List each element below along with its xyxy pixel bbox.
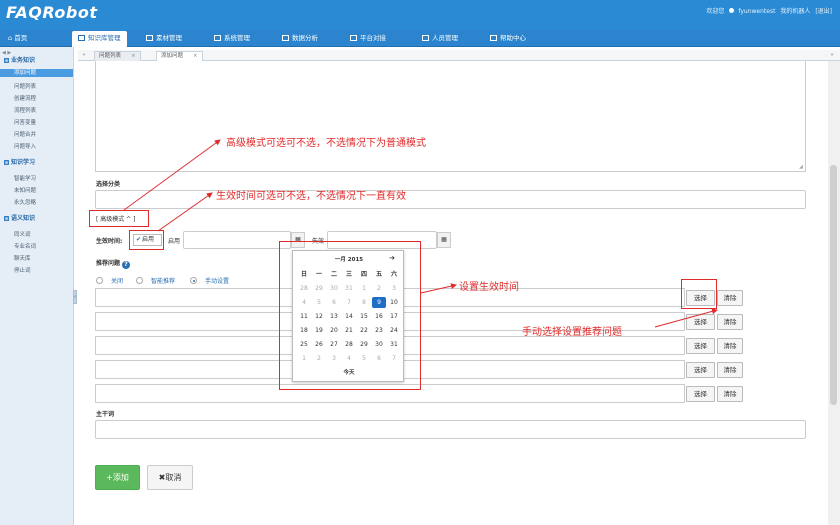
effective-time-label: 生效时间: xyxy=(96,238,123,245)
annotation-advanced-mode: 高级模式可选可不选，不选情况下为普通模式 xyxy=(226,138,426,149)
sidebar-item-merge[interactable]: 问题合并 xyxy=(14,130,36,138)
advanced-mode-highlight xyxy=(89,210,149,227)
sidebar-group-business[interactable]: 业务知识 xyxy=(4,55,35,64)
clear-button-3[interactable]: 清除 xyxy=(717,338,743,354)
annotation-manual-select: 手动选择设置推荐问题 xyxy=(522,327,622,338)
tab-question-list[interactable]: 问题列表 × xyxy=(94,51,141,61)
add-button[interactable]: +添加 xyxy=(95,465,140,490)
start-label: 启用 xyxy=(168,238,181,245)
analytics-icon xyxy=(282,35,289,41)
nav-material[interactable]: 素材管理 xyxy=(140,30,188,47)
sidebar-item-terms[interactable]: 专业名词 xyxy=(14,242,36,250)
clear-button-4[interactable]: 清除 xyxy=(717,362,743,378)
clear-button-1[interactable]: 清除 xyxy=(717,290,743,306)
user-icon xyxy=(729,8,735,13)
calendar-icon: ▦ xyxy=(441,236,447,243)
cancel-button[interactable]: ✖取消 xyxy=(147,465,193,490)
sidebar-item-flow-list[interactable]: 流程列表 xyxy=(14,106,36,114)
nav-personnel[interactable]: 人员管理 xyxy=(416,30,464,47)
end-calendar-button[interactable]: ▦ xyxy=(437,232,451,248)
select-button-3[interactable]: 选择 xyxy=(686,338,715,354)
nav-home[interactable]: ⌂ 首页 xyxy=(2,30,33,47)
clear-button-5[interactable]: 清除 xyxy=(717,386,743,402)
enable-highlight xyxy=(129,230,164,250)
sidebar-group-learning[interactable]: 知识学习 xyxy=(4,157,35,166)
keyword-input[interactable] xyxy=(95,420,806,439)
nav-platform[interactable]: 平台对接 xyxy=(344,30,392,47)
sidebar-item-create-flow[interactable]: 创建流程 xyxy=(14,94,36,102)
radio-icon xyxy=(136,277,143,284)
tabs-prev-icon[interactable]: « xyxy=(80,51,88,60)
recommend-label: 推荐问题? xyxy=(96,258,131,269)
nav-knowledge[interactable]: 知识库管理 xyxy=(72,31,127,47)
faqrobot-logo[interactable]: FAQRobot xyxy=(6,3,97,22)
sidebar-item-chat-library[interactable]: 聊天库 xyxy=(14,254,31,262)
calendar-highlight xyxy=(279,241,421,390)
annotation-effective-time: 生效时间可选可不选，不选情况下一直有效 xyxy=(216,191,406,202)
personnel-icon xyxy=(422,35,429,41)
category-label: 选择分类 xyxy=(96,181,121,188)
radio-manual[interactable]: 手动设置 xyxy=(190,276,229,285)
sidebar-collapse-handle[interactable]: ‹ xyxy=(73,290,77,304)
help-center-icon xyxy=(490,35,497,41)
clear-button-2[interactable]: 清除 xyxy=(717,314,743,330)
nav-analytics[interactable]: 数据分析 xyxy=(276,30,324,47)
resize-grip-icon[interactable]: ◢ xyxy=(799,165,804,170)
sidebar-group-semantic[interactable]: 语义知识 xyxy=(4,213,35,222)
select-button-2[interactable]: 选择 xyxy=(686,314,715,330)
radio-off[interactable]: 关闭 xyxy=(96,276,123,285)
radio-smart[interactable]: 智能推荐 xyxy=(136,276,175,285)
sidebar-item-synonyms[interactable]: 同义词 xyxy=(14,230,31,238)
select-button-5[interactable]: 选择 xyxy=(686,386,715,402)
start-date-input[interactable] xyxy=(183,231,291,249)
platform-icon xyxy=(350,35,357,41)
sidebar-item-stopwords[interactable]: 停止词 xyxy=(14,266,31,274)
material-icon xyxy=(146,35,153,41)
knowledge-icon xyxy=(78,35,85,41)
radio-icon xyxy=(96,277,103,284)
welcome-text: 欢迎您 xyxy=(706,8,725,15)
help-icon[interactable]: ? xyxy=(122,261,131,269)
system-icon xyxy=(214,35,221,41)
tabs-next-icon[interactable]: » xyxy=(828,51,836,60)
answer-editor[interactable]: ◢ xyxy=(95,61,806,172)
sidebar-item-import[interactable]: 问题导入 xyxy=(14,142,36,150)
sidebar: ◀ ▶ 业务知识 添加问题 问题列表 创建流程 流程列表 问答变量 问题合并 问… xyxy=(0,47,74,525)
sidebar-item-ignored[interactable]: 永久忽略 xyxy=(14,198,36,206)
nav-system[interactable]: 系统管理 xyxy=(208,30,256,47)
category-input[interactable] xyxy=(95,190,806,209)
sidebar-item-unknown[interactable]: 未知问题 xyxy=(14,186,36,194)
sidebar-item-smart-learning[interactable]: 智能学习 xyxy=(14,174,36,182)
scrollbar-thumb[interactable] xyxy=(830,165,837,405)
sidebar-item-question-list[interactable]: 问题列表 xyxy=(14,82,36,90)
radio-selected-icon xyxy=(190,277,197,284)
close-icon[interactable]: × xyxy=(193,53,198,59)
tab-add-question[interactable]: 添加问题 × xyxy=(156,51,203,61)
nav-help[interactable]: 帮助中心 xyxy=(484,30,532,47)
select-button-highlight xyxy=(681,279,717,309)
logout-link[interactable]: [退出] xyxy=(815,8,832,15)
sidebar-item-add-question[interactable]: 添加问题 xyxy=(0,69,73,77)
main-nav: ⌂ 首页 知识库管理 素材管理 系统管理 数据分析 平台对接 人员管理 帮助中心 xyxy=(0,30,840,47)
my-robot-link[interactable]: 我的机器人 xyxy=(780,8,810,15)
top-header: FAQRobot 欢迎您 fyunwentest 我的机器人 [退出] xyxy=(0,0,840,30)
sidebar-item-qa-variables[interactable]: 问答变量 xyxy=(14,118,36,126)
username-link[interactable]: fyunwentest xyxy=(738,8,775,15)
select-button-4[interactable]: 选择 xyxy=(686,362,715,378)
page-tabs: « 问题列表 × 添加问题 × » xyxy=(78,50,840,61)
close-icon[interactable]: × xyxy=(131,53,136,59)
annotation-set-time: 设置生效时间 xyxy=(459,282,519,293)
keyword-label: 主干词 xyxy=(96,411,115,418)
header-user-area: 欢迎您 fyunwentest 我的机器人 [退出] xyxy=(703,6,832,15)
